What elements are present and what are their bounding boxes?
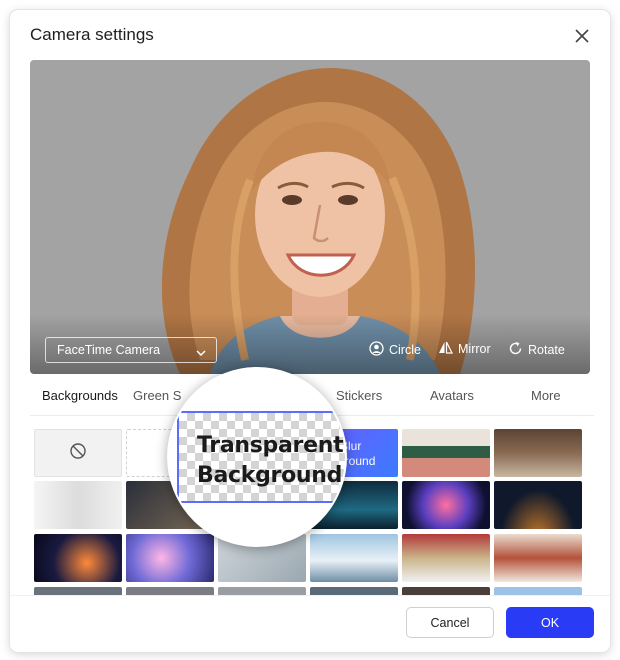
rotate-button[interactable]: Rotate <box>508 341 565 359</box>
mirror-button[interactable]: Mirror <box>438 341 491 357</box>
camera-select[interactable]: FaceTime Camera <box>45 337 217 363</box>
magnifier-callout: Transparent Background <box>167 367 347 547</box>
camera-settings-dialog: Camera settings FaceTime Camera Circle M… <box>10 10 610 652</box>
ok-button[interactable]: OK <box>506 607 594 638</box>
blur-label: Blur <box>340 439 362 453</box>
transparent-background-zoomed-tile: Transparent Background <box>177 411 345 503</box>
user-circle-icon <box>369 341 384 359</box>
close-icon[interactable] <box>572 26 592 46</box>
dialog-title: Camera settings <box>30 25 154 44</box>
circle-label: Circle <box>389 343 421 357</box>
camera-preview: FaceTime Camera Circle Mirror Rotate <box>30 60 590 374</box>
camera-select-value: FaceTime Camera <box>57 343 161 357</box>
mirror-icon <box>438 341 453 357</box>
transparent-label-line2: Background <box>197 463 343 488</box>
tab-green-screen[interactable]: Green S <box>133 388 181 403</box>
no-background-icon <box>69 442 87 465</box>
tab-stickers[interactable]: Stickers <box>336 388 382 403</box>
tab-backgrounds[interactable]: Backgrounds <box>42 388 118 403</box>
cancel-button[interactable]: Cancel <box>406 607 494 638</box>
planet-background-tile[interactable] <box>34 534 122 582</box>
mirror-label: Mirror <box>458 342 491 356</box>
classroom-background-tile[interactable] <box>402 429 490 477</box>
transparent-label-line1: Transparent <box>197 433 344 458</box>
transparent-background-label: Transparent Background <box>197 431 344 491</box>
tab-avatars[interactable]: Avatars <box>430 388 474 403</box>
none-background-tile[interactable] <box>34 429 122 477</box>
circle-button[interactable]: Circle <box>369 341 421 359</box>
bubbles-background-tile[interactable] <box>126 534 214 582</box>
earth-night-background-tile[interactable] <box>494 481 582 529</box>
rotate-label: Rotate <box>528 343 565 357</box>
tab-more[interactable]: More <box>531 388 561 403</box>
mountains-background-tile[interactable] <box>310 534 398 582</box>
living-room-background-tile[interactable] <box>494 429 582 477</box>
library-background-tile[interactable] <box>494 534 582 582</box>
bookshelf-background-tile[interactable] <box>402 534 490 582</box>
rotate-icon <box>508 341 523 359</box>
dialog-footer: Cancel OK <box>10 595 610 652</box>
white-room-background-tile[interactable] <box>34 481 122 529</box>
chevron-down-icon <box>196 346 206 360</box>
nebula-background-tile[interactable] <box>402 481 490 529</box>
